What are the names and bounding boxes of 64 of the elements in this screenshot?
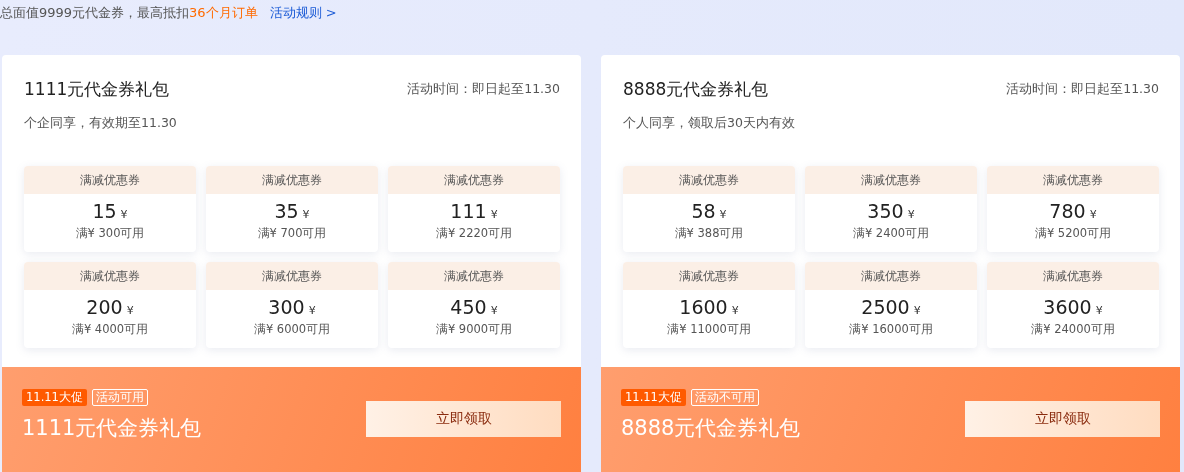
coupon-type: 满减优惠券: [987, 166, 1159, 194]
promo-badge: 11.11大促: [621, 389, 686, 406]
coupon-condition: 满¥ 9000可用: [435, 322, 513, 337]
coupon-type: 满减优惠券: [388, 262, 560, 290]
package-title: 1111元代金券礼包: [24, 77, 170, 101]
currency-symbol: ¥: [120, 208, 128, 221]
package-note: 个企同享，有效期至11.30: [24, 115, 178, 132]
coupon-type: 满减优惠券: [805, 166, 977, 194]
currency-symbol: ¥: [302, 208, 310, 221]
coupon-amount: 200: [86, 296, 123, 318]
coupon-amount: 780: [1049, 200, 1086, 222]
coupon-condition: 满¥ 388可用: [674, 226, 744, 241]
currency-symbol: ¥: [126, 304, 134, 317]
coupon-condition: 满¥ 4000可用: [71, 322, 149, 337]
coupon-amount: 450: [450, 296, 487, 318]
coupon-type: 满减优惠券: [206, 166, 378, 194]
package-note: 个人同享，领取后30天内有效: [623, 115, 796, 132]
status-tag: 活动可用: [91, 389, 148, 406]
rules-link[interactable]: 活动规则 >: [269, 4, 337, 22]
currency-symbol: ¥: [719, 208, 727, 221]
coupon-amount: 35: [274, 200, 299, 222]
coupon-amount: 3600: [1043, 296, 1092, 318]
coupon-type: 满减优惠券: [388, 166, 560, 194]
coupon-amount: 58: [691, 200, 716, 222]
coupon-condition: 满¥ 5200可用: [1034, 226, 1112, 241]
currency-symbol: ¥: [1095, 304, 1103, 317]
currency-symbol: ¥: [913, 304, 921, 317]
package-name: 8888元代金券礼包: [621, 415, 801, 442]
package-name: 1111元代金券礼包: [22, 415, 202, 442]
coupon-condition: 满¥ 16000可用: [849, 322, 933, 337]
coupon-amount: 15: [92, 200, 117, 222]
promo-summary: 总面值9999元代金券，最高抵扣36个月订单: [0, 4, 258, 22]
promo-badge: 11.11大促: [22, 389, 87, 406]
coupon-condition: 满¥ 2220可用: [435, 226, 513, 241]
coupon-amount: 350: [867, 200, 904, 222]
coupon-condition: 满¥ 300可用: [75, 226, 145, 241]
coupon-amount: 300: [268, 296, 305, 318]
currency-symbol: ¥: [490, 208, 498, 221]
coupon-type: 满减优惠券: [805, 262, 977, 290]
coupon-amount: 111: [450, 200, 487, 222]
claim-button[interactable]: 立即领取: [366, 401, 561, 437]
coupon-condition: 满¥ 24000可用: [1031, 322, 1115, 337]
coupon-amount: 2500: [861, 296, 910, 318]
claim-button[interactable]: 立即领取: [965, 401, 1160, 437]
activity-period: 活动时间：即日起至11.30: [1006, 80, 1159, 98]
coupon-amount: 1600: [679, 296, 728, 318]
coupon-type: 满减优惠券: [206, 262, 378, 290]
coupon-type: 满减优惠券: [623, 262, 795, 290]
coupon-type: 满减优惠券: [623, 166, 795, 194]
coupon-condition: 满¥ 11000可用: [667, 322, 751, 337]
currency-symbol: ¥: [490, 304, 498, 317]
activity-period: 活动时间：即日起至11.30: [407, 80, 560, 98]
coupon-condition: 满¥ 6000可用: [253, 322, 331, 337]
package-title: 8888元代金券礼包: [623, 77, 769, 101]
currency-symbol: ¥: [907, 208, 915, 221]
currency-symbol: ¥: [1089, 208, 1097, 221]
coupon-condition: 满¥ 2400可用: [852, 226, 930, 241]
currency-symbol: ¥: [731, 304, 739, 317]
currency-symbol: ¥: [308, 304, 316, 317]
coupon-type: 满减优惠券: [24, 166, 196, 194]
coupon-condition: 满¥ 700可用: [257, 226, 327, 241]
coupon-type: 满减优惠券: [24, 262, 196, 290]
status-tag: 活动不可用: [690, 389, 759, 406]
coupon-type: 满减优惠券: [987, 262, 1159, 290]
